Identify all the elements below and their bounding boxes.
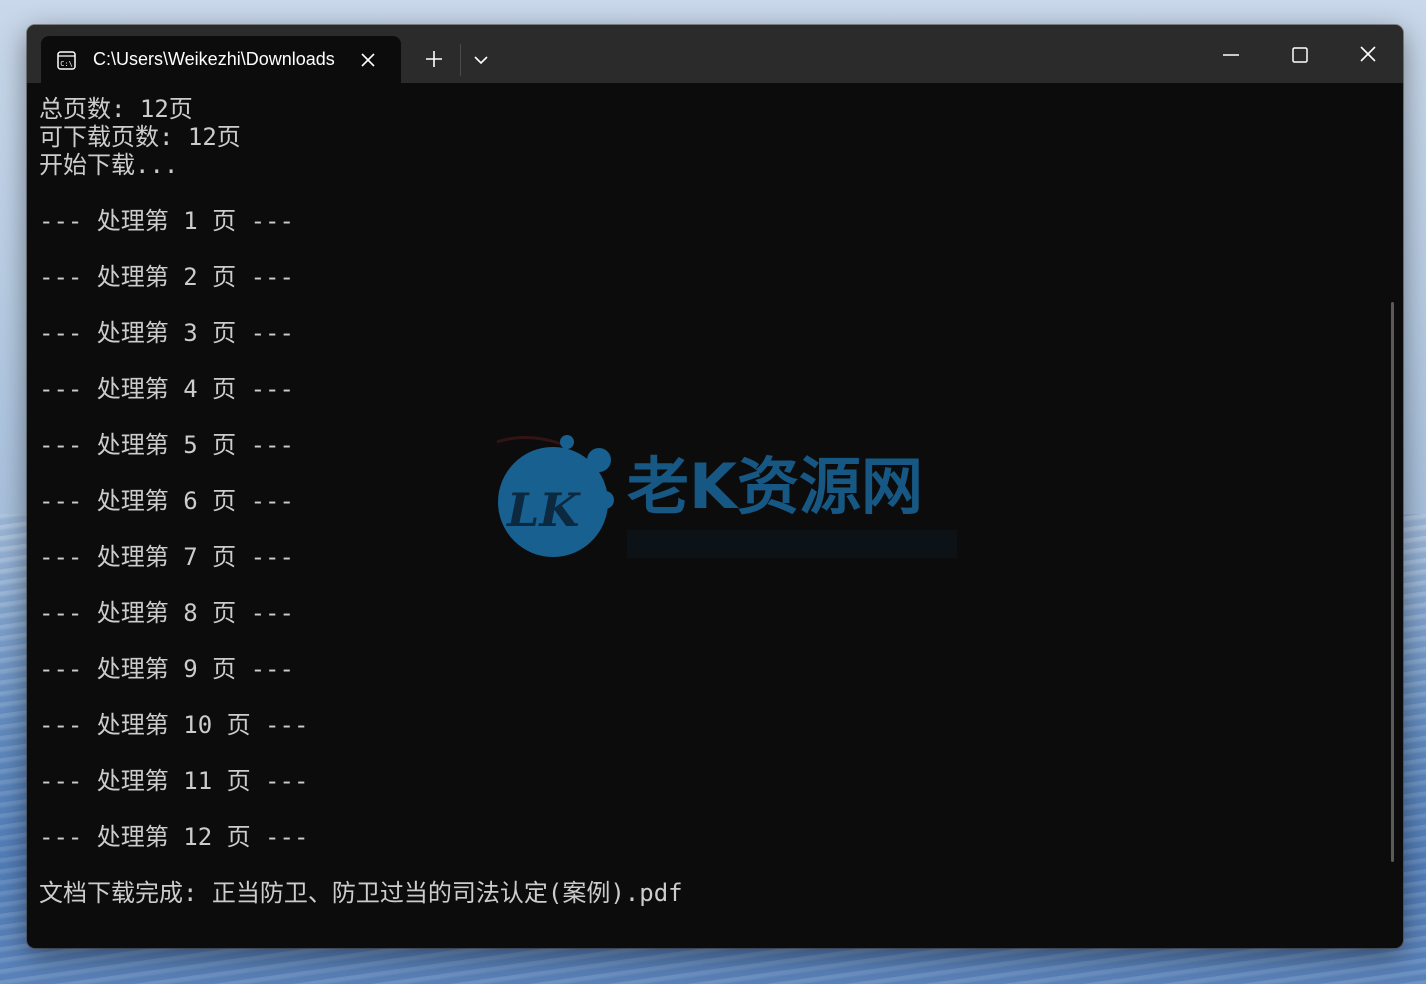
console-line: 开始下载... (39, 151, 179, 179)
console-line: 文档下载完成: 正当防卫、防卫过当的司法认定(案例).pdf (39, 879, 683, 907)
console-line: --- 处理第 1 页 --- (39, 207, 294, 235)
console-line: --- 处理第 2 页 --- (39, 263, 294, 291)
watermark-site-name: 老K资源网 (627, 450, 923, 523)
tab-title: C:\Users\Weikezhi\Downloads (93, 49, 335, 69)
console-line: --- 处理第 12 页 --- (39, 823, 309, 851)
maximize-icon[interactable] (1280, 39, 1320, 73)
console-line: 总页数: 12页 (39, 95, 193, 123)
console-line: --- 处理第 3 页 --- (39, 319, 294, 347)
close-tab-icon[interactable] (359, 51, 377, 69)
close-window-icon[interactable] (1348, 39, 1388, 73)
console-line: --- 处理第 9 页 --- (39, 655, 294, 683)
tab-separator (460, 44, 461, 76)
terminal-icon: C:\ (57, 51, 76, 70)
scrollbar-thumb[interactable] (1391, 302, 1394, 862)
terminal-tab[interactable]: C:\ C:\Users\Weikezhi\Downloads (41, 36, 401, 83)
console-line: --- 处理第 11 页 --- (39, 767, 309, 795)
minimize-icon[interactable] (1211, 39, 1251, 73)
watermark-logo: LK 老K资源网 (496, 435, 957, 558)
chevron-down-icon[interactable] (468, 47, 494, 73)
new-tab-plus-icon[interactable] (420, 45, 448, 73)
console-line: --- 处理第 4 页 --- (39, 375, 294, 403)
console-line: --- 处理第 10 页 --- (39, 711, 309, 739)
watermark-logo-text: LK (505, 483, 581, 537)
console-line: 可下载页数: 12页 (39, 123, 241, 151)
terminal-window: C:\ C:\Users\Weikezhi\Downloads 总页数: 12页… (27, 25, 1403, 948)
console-line: --- 处理第 8 页 --- (39, 599, 294, 627)
title-bar[interactable]: C:\ C:\Users\Weikezhi\Downloads (27, 25, 1403, 83)
svg-text:C:\: C:\ (60, 60, 73, 68)
